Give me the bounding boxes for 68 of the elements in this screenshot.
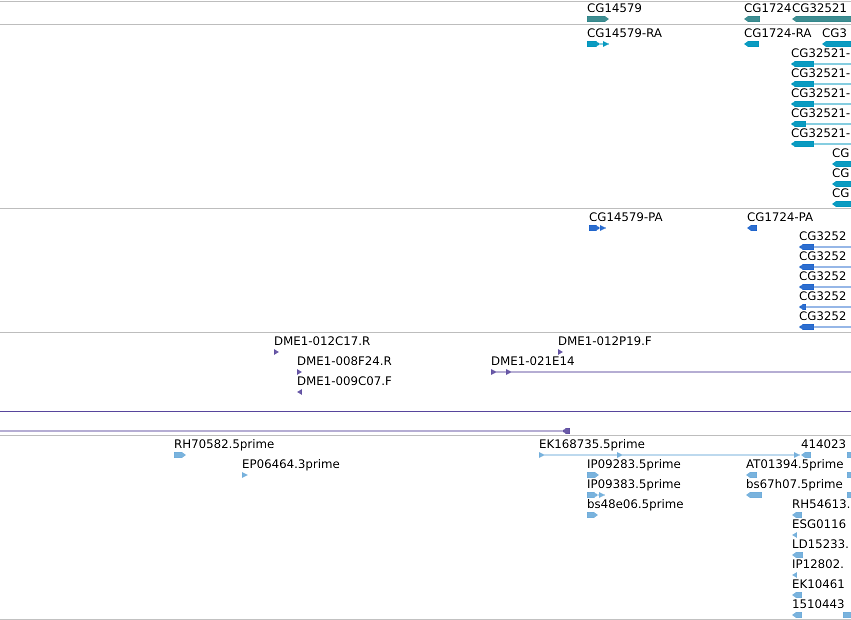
arrow-icon[interactable] (744, 16, 760, 22)
feature-label: CG32521- (791, 67, 850, 80)
feature-label: IP12802. (792, 558, 844, 571)
feature-label: 1510443 (792, 598, 845, 611)
feature-label: IP09283.5prime (587, 458, 681, 471)
feature-label: CG3252 (799, 230, 846, 243)
feature-label: DME1-009C07.F (297, 375, 392, 388)
linked-arrows-drawing[interactable] (791, 61, 851, 67)
feature-label: CG3252 (799, 250, 846, 263)
feature-label: CG3252 (799, 290, 846, 303)
feature-label: EK168735.5prime (539, 438, 645, 451)
arrow-icon[interactable] (747, 225, 757, 231)
feature-label: CG3 (822, 27, 847, 40)
feature-label: 414023 (801, 438, 846, 451)
feature-label: CG3252 (799, 270, 846, 283)
linked-arrows-drawing[interactable] (791, 121, 851, 127)
feature-label: CG32521- (791, 107, 850, 120)
feature-label: ESG0116 (792, 518, 846, 531)
arrow-bar[interactable] (587, 16, 609, 22)
feature-label: CG32521- (791, 127, 850, 140)
linked-arrows-drawing[interactable] (491, 369, 851, 375)
arrow-icon[interactable] (744, 41, 759, 47)
linked-arrows-drawing[interactable] (791, 81, 851, 87)
feature-label: EP06464.3prime (242, 458, 340, 471)
arrow-bar[interactable] (822, 41, 851, 47)
linked-arrows-drawing[interactable] (791, 141, 851, 147)
linked-arrows-drawing[interactable] (799, 324, 851, 330)
feature-label: IP09383.5prime (587, 478, 681, 491)
feature-label: CG1724 (744, 2, 792, 15)
linked-arrows-drawing[interactable] (791, 101, 851, 107)
arrow-icon[interactable] (832, 161, 851, 167)
feature-label: CG (832, 187, 850, 200)
feature-label: CG32521- (791, 87, 850, 100)
arrow-icon[interactable] (297, 369, 302, 375)
arrow-icon[interactable] (558, 349, 563, 355)
arrow-icon[interactable] (832, 201, 851, 207)
feature-label: CG (832, 147, 850, 160)
arrow-icon[interactable] (274, 349, 279, 355)
feature-label: bs48e06.5prime (587, 498, 684, 511)
linked-arrows-drawing[interactable] (0, 428, 570, 434)
feature-label: CG14579-RA (587, 27, 662, 40)
arrow-bar[interactable] (792, 16, 851, 22)
feature-label: CG32521 (792, 2, 847, 15)
linked-arrows-drawing[interactable] (587, 41, 609, 47)
feature-label: CG32521- (791, 47, 850, 60)
feature-label: CG3252 (799, 310, 846, 323)
feature-label: bs67h07.5prime (746, 478, 843, 491)
feature-label: LD15233. (792, 538, 849, 551)
linked-arrows-drawing[interactable] (589, 225, 606, 231)
feature-label: EK10461 (792, 578, 845, 591)
feature-label: CG14579 (587, 2, 642, 15)
linked-arrows-drawing[interactable] (799, 244, 851, 250)
feature-label: RH54613. (792, 498, 850, 511)
feature-label: CG (832, 167, 850, 180)
feature-label: RH70582.5prime (174, 438, 274, 451)
arrow-icon[interactable] (832, 181, 851, 187)
feature-label: DME1-012C17.R (274, 335, 370, 348)
feature-label: DME1-008F24.R (297, 355, 392, 368)
linked-arrows-drawing[interactable] (799, 284, 851, 290)
feature-label: CG14579-PA (589, 211, 663, 224)
linked-arrows-drawing[interactable] (799, 304, 851, 310)
linked-arrows-drawing[interactable] (799, 264, 851, 270)
feature-label: CG1724-PA (747, 211, 814, 224)
feature-label: AT01394.5prime (746, 458, 844, 471)
feature-label: CG1724-RA (744, 27, 812, 40)
feature-label: DME1-021E14 (491, 355, 574, 368)
arrow-icon[interactable] (297, 389, 302, 395)
feature-label: DME1-012P19.F (558, 335, 652, 348)
